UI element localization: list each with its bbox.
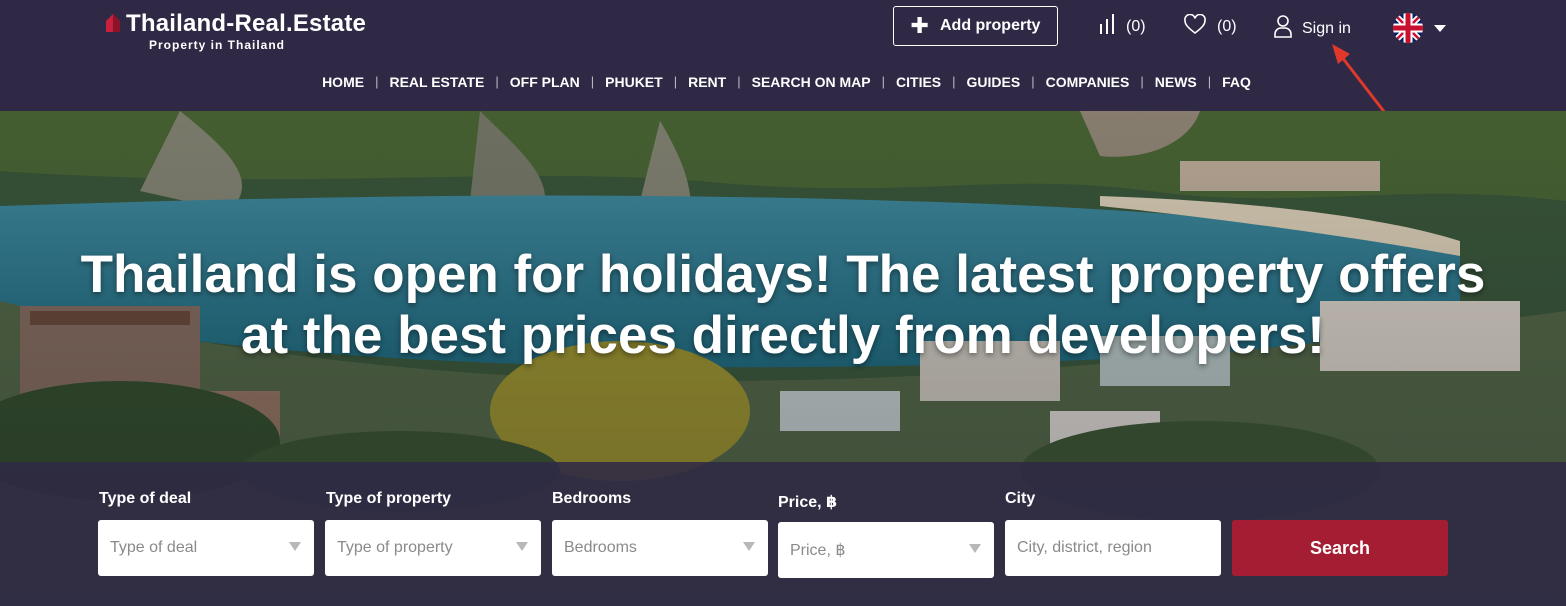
deal-label: Type of deal (99, 490, 192, 507)
user-icon (1273, 14, 1293, 43)
nav-separator: | (673, 74, 678, 89)
nav-separator: | (952, 74, 956, 89)
uk-flag-icon (1393, 13, 1423, 43)
nav-item-phuket[interactable]: PHUKET (605, 74, 663, 90)
price-select[interactable]: Price, ฿ (778, 522, 994, 578)
nav-separator: | (881, 74, 886, 89)
language-selector[interactable] (1393, 13, 1446, 43)
nav-item-search-on-map[interactable]: SEARCH ON MAP (752, 74, 871, 90)
nav-item-guides[interactable]: GUIDES (967, 74, 1021, 90)
nav-separator: | (1031, 74, 1035, 89)
nav-item-home[interactable]: HOME (322, 74, 364, 90)
compare-count: (0) (1126, 17, 1146, 35)
nav-separator: | (590, 74, 595, 89)
chevron-down-icon (1434, 24, 1446, 32)
deal-select[interactable]: Type of deal (98, 520, 314, 576)
hero-title-line-1: Thailand is open for holidays! The lates… (80, 245, 1486, 304)
chevron-down-icon (516, 542, 528, 551)
chevron-down-icon (969, 544, 981, 553)
nav-separator: | (495, 74, 499, 89)
hero-banner: Thailand is open for holidays! The lates… (0, 111, 1566, 606)
favorites-link[interactable]: (0) (1183, 13, 1237, 40)
chevron-down-icon (743, 542, 755, 551)
chevron-down-icon (289, 542, 301, 551)
nav-item-rent[interactable]: RENT (688, 74, 726, 90)
house-logo-icon (104, 13, 122, 33)
property-type-placeholder: Type of property (337, 539, 453, 556)
nav-separator: | (737, 74, 741, 89)
property-type-label: Type of property (326, 490, 452, 507)
nav-separator: | (1140, 74, 1144, 89)
site-logo[interactable]: Thailand-Real.Estate Property in Thailan… (104, 10, 366, 52)
nav-item-companies[interactable]: COMPANIES (1046, 74, 1130, 90)
sign-in-link[interactable]: Sign in (1273, 14, 1351, 43)
hero-title: Thailand is open for holidays! The lates… (0, 244, 1566, 366)
heart-icon (1183, 13, 1207, 40)
nav-separator: | (1207, 74, 1212, 89)
compare-link[interactable]: (0) (1098, 14, 1146, 39)
city-input[interactable] (1017, 539, 1221, 557)
price-label: Price, ฿ (778, 494, 838, 511)
sign-in-label: Sign in (1302, 19, 1351, 37)
logo-title: Thailand-Real.Estate (126, 10, 367, 37)
city-label: City (1005, 490, 1036, 507)
bar-chart-icon (1098, 14, 1116, 39)
nav-item-cities[interactable]: CITIES (896, 74, 941, 90)
hero-title-line-2: at the best prices directly from develop… (241, 306, 1325, 365)
nav-item-news[interactable]: NEWS (1155, 74, 1197, 90)
price-placeholder: Price, ฿ (790, 542, 846, 559)
search-panel: Type of deal Type of deal Type of proper… (0, 462, 1566, 606)
add-property-label: Add property (939, 17, 1041, 34)
property-type-select[interactable]: Type of property (325, 520, 541, 576)
favorites-count: (0) (1217, 18, 1237, 35)
add-property-button[interactable]: ✚ Add property (893, 6, 1058, 46)
city-input-wrapper (1005, 520, 1221, 576)
plus-icon: ✚ (910, 13, 929, 38)
deal-placeholder: Type of deal (110, 539, 198, 556)
bedrooms-label: Bedrooms (552, 490, 632, 507)
nav-item-off-plan[interactable]: OFF PLAN (510, 74, 580, 90)
bedrooms-select[interactable]: Bedrooms (552, 520, 768, 576)
nav-item-faq[interactable]: FAQ (1222, 74, 1251, 90)
site-header: Thailand-Real.Estate Property in Thailan… (0, 0, 1566, 141)
nav-separator: | (375, 74, 379, 89)
nav-item-real-estate[interactable]: REAL ESTATE (389, 74, 484, 90)
logo-subtitle: Property in Thailand (149, 38, 286, 52)
bedrooms-placeholder: Bedrooms (564, 539, 637, 556)
search-button[interactable]: Search (1232, 520, 1448, 576)
